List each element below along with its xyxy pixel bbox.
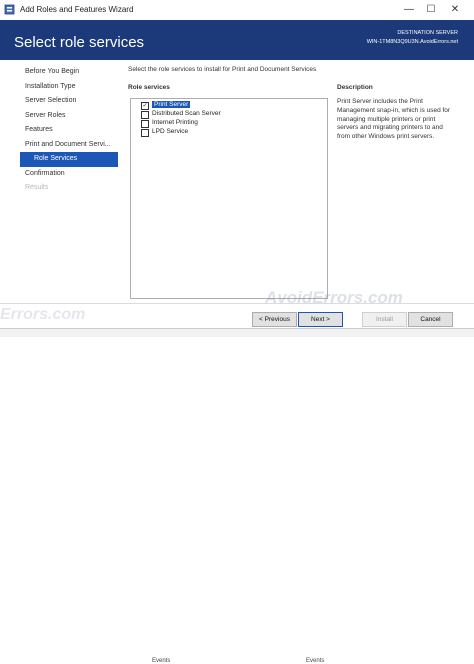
nav-item-print-document-services[interactable]: Print and Document Servi...: [20, 138, 118, 153]
footer-watermark: AvoidErrors.com: [265, 288, 403, 307]
footer-divider: [0, 303, 474, 304]
title-bar: Add Roles and Features Wizard — ☐ ✕: [0, 0, 474, 21]
cancel-button[interactable]: Cancel: [408, 312, 453, 327]
description-text: Print Server includes the Print Manageme…: [337, 98, 451, 141]
nav-item-server-roles[interactable]: Server Roles: [20, 109, 118, 124]
service-label[interactable]: LPD Service: [152, 128, 188, 135]
intro-text: Select the role services to install for …: [128, 66, 317, 73]
lpd-service-checkbox[interactable]: [141, 129, 149, 137]
distributed-scan-checkbox[interactable]: [141, 111, 149, 119]
print-server-checkbox[interactable]: ✓: [141, 102, 149, 110]
wizard-header: Select role services DESTINATION SERVER …: [0, 20, 474, 83]
service-label[interactable]: Print Server: [152, 101, 191, 108]
maximize-button[interactable]: ☐: [420, 0, 442, 20]
events-label: Events: [306, 658, 325, 664]
destination-server: WIN-1TM8N3Q9U3N.AvoidErrors.net: [366, 39, 458, 45]
previous-button[interactable]: < Previous: [252, 312, 297, 327]
destination-label: DESTINATION SERVER: [397, 30, 458, 36]
next-button[interactable]: Next >: [298, 312, 343, 327]
nav-item-server-selection[interactable]: Server Selection: [20, 94, 118, 109]
nav-item-results: Results: [25, 184, 49, 191]
wizard-nav: Before You Begin Installation Type Serve…: [20, 65, 118, 196]
nav-item-installation-type[interactable]: Installation Type: [20, 80, 118, 95]
role-services-heading: Role services: [128, 84, 170, 91]
description-heading: Description: [337, 84, 373, 91]
install-button: Install: [362, 312, 407, 327]
close-button[interactable]: ✕: [444, 0, 466, 20]
minimize-button[interactable]: —: [398, 0, 420, 20]
footer-watermark-left: Errors.com: [0, 306, 86, 323]
nav-item-features[interactable]: Features: [20, 123, 118, 138]
server-manager-icon: [4, 4, 15, 15]
internet-printing-checkbox[interactable]: [141, 120, 149, 128]
nav-item-confirmation[interactable]: Confirmation: [20, 167, 118, 182]
nav-item-role-services[interactable]: Role Services: [20, 152, 118, 167]
role-services-list[interactable]: ✓ Print Server Distributed Scan Server I…: [130, 98, 328, 299]
window-title: Add Roles and Features Wizard: [20, 5, 134, 14]
page-title: Select role services: [14, 34, 145, 51]
events-label: Events: [152, 658, 171, 664]
service-label[interactable]: Internet Printing: [152, 119, 198, 126]
nav-item-before-you-begin[interactable]: Before You Begin: [20, 65, 118, 80]
service-label[interactable]: Distributed Scan Server: [152, 110, 221, 117]
